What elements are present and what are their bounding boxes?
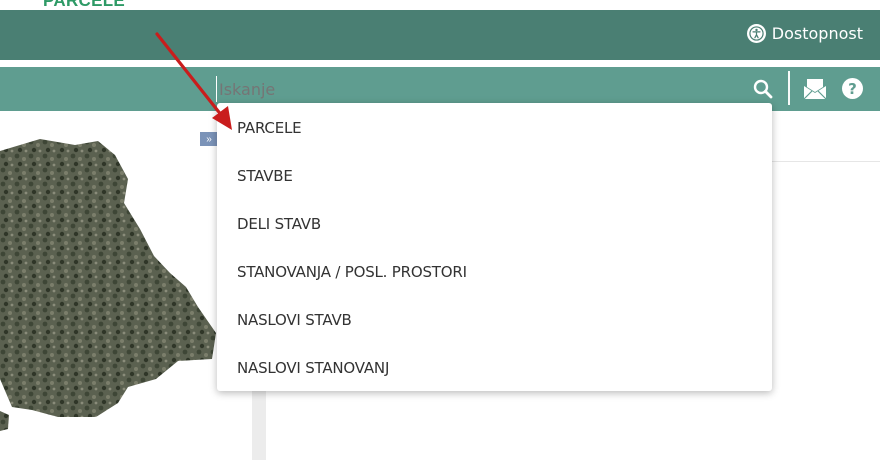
search-icon [753,79,773,99]
accessibility-link[interactable]: Dostopnost [746,24,863,43]
dropdown-item-naslovi-stavb[interactable]: NASLOVI STAVB [217,298,772,342]
map-panel[interactable] [0,111,252,460]
mail-icon [803,79,827,100]
dropdown-item-deli-stavb[interactable]: DELI STAVB [217,202,772,246]
top-header: Dostopnost [0,10,880,60]
dropdown-item-parcele[interactable]: PARCELE [217,106,772,150]
search-input[interactable] [216,76,779,102]
mail-button[interactable] [802,77,828,101]
search-category-dropdown: PARCELE STAVBE DELI STAVB STANOVANJA / P… [217,103,772,391]
accessibility-label: Dostopnost [771,24,863,43]
toolbar-divider [788,71,790,105]
dropdown-item-stanovanja[interactable]: STANOVANJA / POSL. PROSTORI [217,250,772,294]
map-satellite-region [0,139,216,431]
search-button[interactable] [750,76,776,102]
accessibility-icon [746,24,766,43]
help-icon[interactable]: ? [842,78,863,99]
dropdown-item-stavbe[interactable]: STAVBE [217,154,772,198]
expand-panel-button[interactable]: » [200,132,218,146]
dropdown-item-naslovi-stanovanj[interactable]: NASLOVI STANOVANJ [217,346,772,390]
